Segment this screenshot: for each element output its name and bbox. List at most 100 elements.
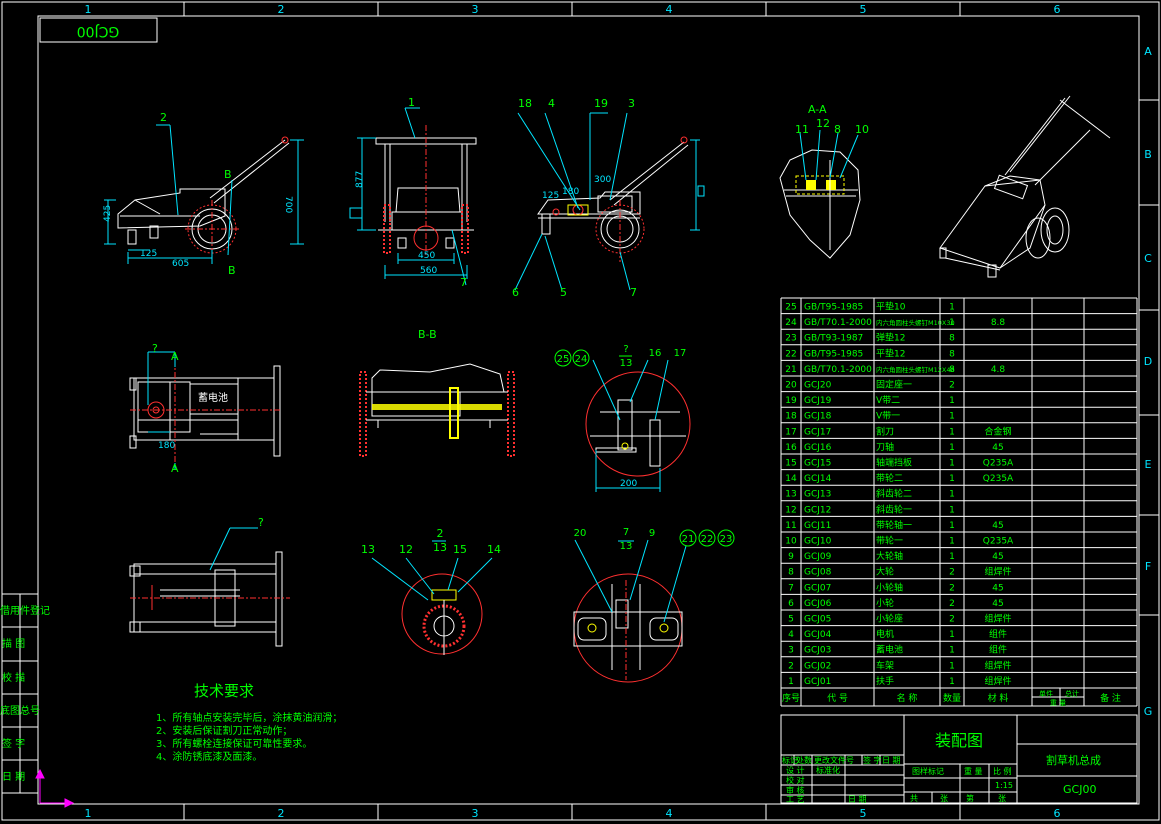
detail-c-balloon-21: 21 <box>682 534 695 545</box>
bom-no: 4 <box>788 630 794 640</box>
zone-col-1-bottom: 1 <box>85 807 92 820</box>
tb-r2-c1: 设 计 <box>786 765 805 775</box>
zone-col-2: 2 <box>278 3 285 16</box>
bom-name: 小轮轴 <box>876 581 903 593</box>
bom-name: 内六角圆柱头螺钉M12X48 <box>876 365 955 374</box>
bom-qty: 1 <box>949 505 955 515</box>
bom-name: V带一 <box>876 411 900 422</box>
tb-r5-c2: 日 期 <box>848 795 867 804</box>
bom-material: 合金钢 <box>984 425 1011 437</box>
zone-col-2-bottom: 2 <box>278 807 285 820</box>
bom-name: 带轮轴一 <box>876 519 912 531</box>
bom-code: GCJ14 <box>804 474 832 484</box>
zone-row-b: B <box>1144 148 1152 161</box>
bom-qty: 1 <box>949 630 955 640</box>
bom-code: GCJ05 <box>804 615 831 625</box>
bom-name: 大轮轴 <box>876 550 903 562</box>
bom-code: GCJ16 <box>804 443 832 453</box>
bom-name: 斜齿轮二 <box>876 488 912 500</box>
bom-header-weight: 重 量 <box>1050 699 1066 707</box>
bom-qty: 1 <box>949 677 955 687</box>
detail-b-balloon-14: 14 <box>487 543 501 556</box>
bom-material: 45 <box>992 552 1003 562</box>
bom-name: 弹垫12 <box>876 332 905 344</box>
detail-b-scale-bottom: 13 <box>433 541 447 554</box>
tb-r1-c2: 处数 <box>796 755 812 765</box>
aa-balloon-8: 8 <box>834 123 841 136</box>
bom-no: 11 <box>785 521 796 531</box>
detail-a-balloon-16: 16 <box>649 348 662 359</box>
bom-code: GCJ04 <box>804 630 832 640</box>
bom-material: 4.8 <box>991 365 1006 375</box>
tb-drawing-no: GCJ00 <box>1063 783 1096 796</box>
side-balloon-7: 7 <box>460 276 467 289</box>
bom-no: 6 <box>788 599 794 609</box>
bom-no: 17 <box>785 427 796 437</box>
detail-b-balloon-13: 13 <box>361 543 375 556</box>
bom-no: 1 <box>788 677 794 687</box>
bom-no: 13 <box>785 490 796 500</box>
bom-qty: 2 <box>949 381 955 391</box>
bom-header-name: 名 称 <box>897 692 918 704</box>
bom-code: GCJ02 <box>804 661 831 671</box>
detail-c-balloon-9: 9 <box>649 528 655 539</box>
bom-code: GCJ08 <box>804 568 832 578</box>
rear-balloon-3: 3 <box>628 97 635 110</box>
detail-c-balloon-20: 20 <box>574 528 587 539</box>
bom-code: GCJ18 <box>804 412 832 422</box>
strip-label-5: 签 字 <box>2 737 25 750</box>
bom-name: 大轮 <box>876 566 894 578</box>
detail-b-balloon-15: 15 <box>453 543 467 556</box>
bom-code: GCJ09 <box>804 552 832 562</box>
bom-name: 平垫12 <box>876 347 905 359</box>
bom-material: 8.8 <box>991 318 1006 328</box>
detail-b-balloon-12: 12 <box>399 543 413 556</box>
bom-code: GCJ15 <box>804 459 831 469</box>
side-dim-2: 450 <box>418 251 435 261</box>
front-dim-1: 425 <box>103 205 113 222</box>
bom-qty: 8 <box>949 349 955 359</box>
tb-r4-c1: 审 核 <box>786 785 805 795</box>
rear-balloon-6: 6 <box>512 286 519 299</box>
tb-r5-c1: 工 艺 <box>786 795 805 804</box>
rear-balloon-4: 4 <box>548 97 555 110</box>
bom-material: 组焊件 <box>984 659 1011 671</box>
tb-stage-1: 图样标记 <box>912 766 944 776</box>
bom-qty: 1 <box>949 412 955 422</box>
tb-sheet-4: 张 <box>998 794 1006 803</box>
bom-no: 10 <box>785 537 797 547</box>
bom-code: GCJ07 <box>804 583 831 593</box>
zone-col-6: 6 <box>1054 3 1061 16</box>
bom-qty: 1 <box>949 318 955 328</box>
bom-no: 7 <box>788 583 794 593</box>
aa-balloon-10: 10 <box>855 123 869 136</box>
detail-a-balloon-17: 17 <box>674 348 687 359</box>
bom-material: 45 <box>992 583 1003 593</box>
bom-material: Q235A <box>983 474 1014 484</box>
bom-material: 组焊件 <box>984 675 1011 687</box>
rear-dim-2: 180 <box>562 187 579 197</box>
detail-c-balloon-23: 23 <box>720 534 733 545</box>
rear-balloon-19: 19 <box>594 97 608 110</box>
strip-label-4: 底图总号 <box>0 704 40 717</box>
bom-material: 组焊件 <box>984 566 1011 578</box>
bom-no: 25 <box>785 303 796 313</box>
bom-name: 刀轴 <box>876 441 894 453</box>
front-balloon-2: 2 <box>160 111 167 124</box>
zone-col-3-bottom: 3 <box>472 807 479 820</box>
bom-material: 45 <box>992 599 1003 609</box>
bom-code: GB/T93-1987 <box>804 334 863 344</box>
bom-no: 23 <box>785 334 796 344</box>
zone-col-6-bottom: 6 <box>1054 807 1061 820</box>
tb-scale: 1:15 <box>995 781 1013 790</box>
tb-r1-c4: 签 字 <box>863 755 882 765</box>
bom-qty: 2 <box>949 599 955 609</box>
bom-no: 19 <box>785 396 797 406</box>
aa-balloon-12: 12 <box>816 117 830 130</box>
side-balloon-1: 1 <box>408 96 415 109</box>
bom-material: 45 <box>992 443 1003 453</box>
bom-code: GCJ19 <box>804 396 832 406</box>
bom-material: Q235A <box>983 537 1014 547</box>
front-dim-3: 605 <box>172 259 189 269</box>
front-marker-b2: B <box>228 264 236 277</box>
